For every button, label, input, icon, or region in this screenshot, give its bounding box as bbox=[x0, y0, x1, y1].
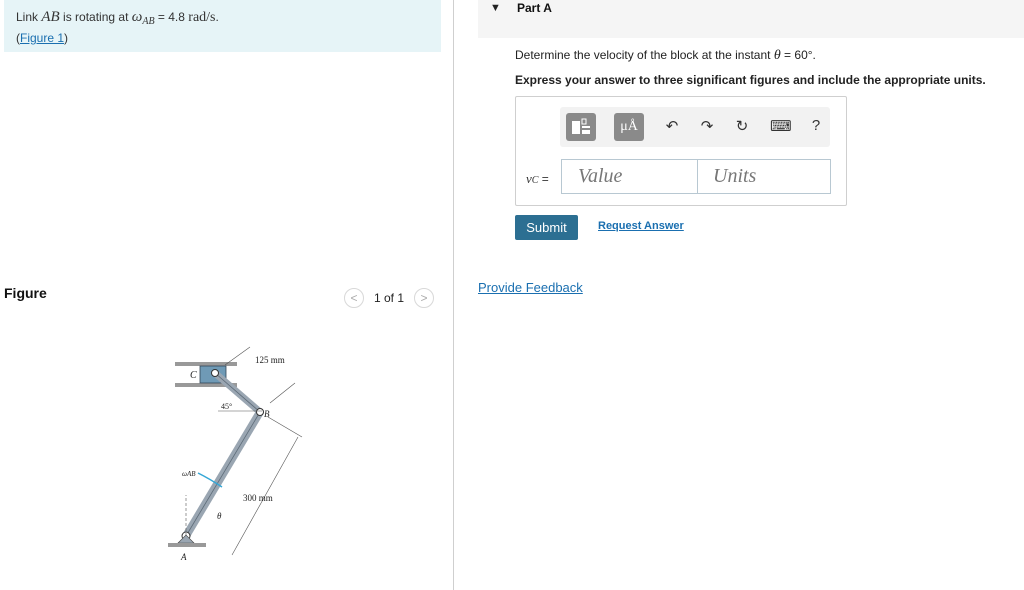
link-ab-edge bbox=[185, 411, 261, 537]
part-title: Part A bbox=[517, 1, 552, 15]
theta-value: = 60° bbox=[784, 48, 813, 62]
label-theta: θ bbox=[217, 511, 222, 521]
variable-equals: = bbox=[541, 172, 549, 186]
provide-feedback-link[interactable]: Provide Feedback bbox=[478, 280, 583, 295]
value-input[interactable] bbox=[561, 159, 697, 194]
templates-button[interactable] bbox=[566, 113, 596, 141]
omega-value: = 4.8 bbox=[157, 10, 185, 24]
pager-count: 1 of 1 bbox=[374, 291, 405, 305]
link-variable: AB bbox=[41, 9, 60, 25]
units-symbol-button[interactable]: μÅ bbox=[614, 113, 644, 141]
help-icon[interactable]: ? bbox=[806, 117, 826, 134]
units-input[interactable] bbox=[697, 159, 831, 194]
panel-divider bbox=[453, 0, 454, 590]
upper-guide-rail bbox=[175, 362, 237, 366]
problem-line: Link AB is rotating at ωAB = 4.8 rad/s. bbox=[16, 9, 441, 30]
label-angle-45: 45° bbox=[221, 402, 232, 411]
ground-a bbox=[168, 543, 206, 547]
submit-button[interactable]: Submit bbox=[515, 215, 578, 240]
pin-c bbox=[211, 369, 219, 377]
problem-period: . bbox=[215, 10, 219, 24]
theta-symbol: θ bbox=[773, 48, 781, 63]
label-omega-ab: ωAB bbox=[182, 470, 196, 478]
undo-icon[interactable]: ↶ bbox=[662, 117, 682, 135]
question-text: Determine the velocity of the block at t… bbox=[515, 48, 816, 64]
question-end: . bbox=[812, 48, 816, 62]
problem-mid-text: is rotating at bbox=[63, 10, 129, 24]
page: Link AB is rotating at ωAB = 4.8 rad/s. … bbox=[0, 0, 1024, 590]
redo-icon[interactable]: ↷ bbox=[697, 117, 717, 135]
part-a-header[interactable]: ▼ Part A bbox=[478, 0, 1024, 38]
keyboard-icon[interactable]: ⌨ bbox=[770, 117, 792, 135]
omega-subscript: AB bbox=[142, 16, 155, 27]
problem-statement: Link AB is rotating at ωAB = 4.8 rad/s. … bbox=[4, 0, 441, 52]
templates-icon bbox=[572, 118, 590, 134]
figure-link-line: (Figure 1) bbox=[16, 30, 441, 46]
dim-line-300-a bbox=[267, 416, 303, 438]
figure-link[interactable]: Figure 1 bbox=[20, 31, 64, 45]
omega-symbol: ω bbox=[131, 9, 143, 25]
label-125mm: 125 mm bbox=[255, 355, 285, 365]
figure-pager: < 1 of 1 > bbox=[344, 288, 435, 308]
problem-prefix: Link bbox=[16, 10, 39, 24]
label-b: B bbox=[264, 409, 270, 419]
math-toolbar: μÅ ↶ ↷ ↻ ⌨ ? bbox=[560, 107, 830, 147]
question-prefix: Determine the velocity of the block at t… bbox=[515, 48, 771, 62]
pager-prev-button[interactable]: < bbox=[344, 288, 364, 308]
answer-box: μÅ ↶ ↷ ↻ ⌨ ? vC = bbox=[515, 96, 847, 206]
pin-b bbox=[256, 408, 264, 416]
collapse-triangle-icon[interactable]: ▼ bbox=[490, 2, 501, 14]
ground-support-a bbox=[177, 534, 195, 544]
mechanism-figure: C B A 45° 125 mm 300 mm ωAB θ bbox=[168, 346, 303, 562]
omega-unit: rad/s bbox=[188, 10, 216, 25]
label-c: C bbox=[190, 370, 197, 381]
figure-link-close: ) bbox=[64, 31, 69, 45]
request-answer-link[interactable]: Request Answer bbox=[598, 220, 684, 232]
pager-next-button[interactable]: > bbox=[414, 288, 435, 308]
figure-heading: Figure bbox=[4, 285, 47, 301]
label-300mm: 300 mm bbox=[243, 493, 273, 503]
label-a: A bbox=[180, 552, 187, 562]
reset-icon[interactable]: ↻ bbox=[732, 117, 752, 135]
dim-line-125-a bbox=[224, 346, 251, 366]
instruction-text: Express your answer to three significant… bbox=[515, 73, 986, 87]
dim-line-125-b bbox=[269, 382, 296, 404]
variable-label: vC = bbox=[526, 171, 549, 187]
variable-subscript: C bbox=[531, 175, 539, 186]
